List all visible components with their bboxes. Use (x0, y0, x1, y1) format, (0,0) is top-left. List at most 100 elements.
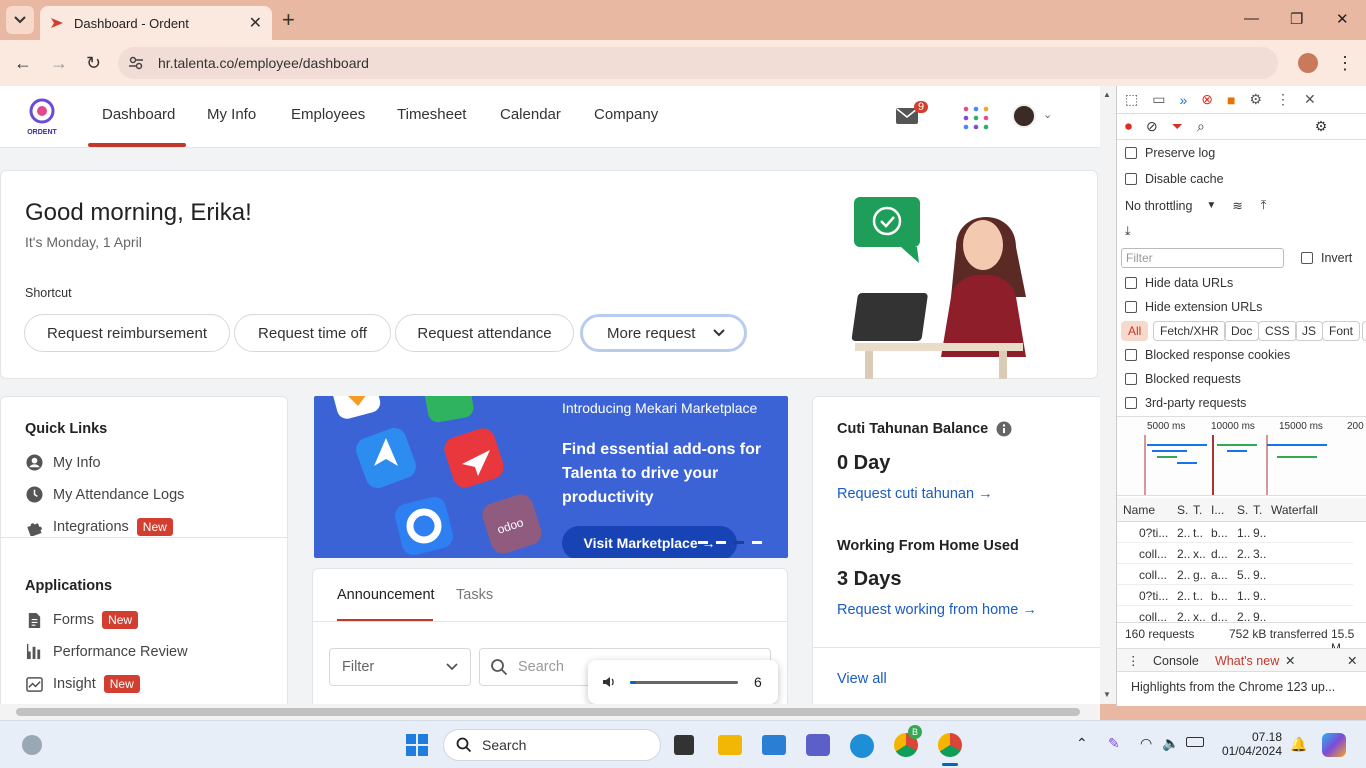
teams-icon[interactable] (806, 734, 830, 756)
col-initiator[interactable]: I... (1211, 503, 1224, 517)
file-explorer-icon[interactable] (718, 735, 742, 755)
throttling-select[interactable]: No throttling ▼ ≋ ⤒ (1125, 198, 1266, 213)
scroll-up-icon[interactable]: ▲ (1103, 90, 1111, 99)
checkbox[interactable] (1125, 397, 1137, 409)
hide-data-urls-checkbox[interactable]: Hide data URLs (1125, 276, 1233, 290)
carousel-dot[interactable] (734, 541, 744, 544)
request-reimbursement-button[interactable]: Request reimbursement (24, 314, 230, 352)
battery-icon[interactable] (1186, 737, 1204, 747)
windows-start-icon[interactable] (405, 733, 429, 757)
app-link-insight[interactable]: Insight New (26, 675, 140, 693)
checkbox[interactable] (1301, 252, 1313, 264)
request-time-off-button[interactable]: Request time off (234, 314, 391, 352)
nav-dashboard[interactable]: Dashboard (102, 106, 175, 123)
network-settings-icon[interactable]: ⚙ (1315, 118, 1328, 135)
scrollbar-thumb[interactable] (16, 708, 1080, 716)
app-link-performance-review[interactable]: Performance Review (26, 643, 188, 660)
mail-app-icon[interactable] (762, 735, 786, 755)
filter-type-js[interactable]: JS (1295, 321, 1324, 341)
widgets-icon[interactable] (22, 735, 42, 755)
third-party-checkbox[interactable]: 3rd-party requests (1125, 396, 1246, 410)
mail-button[interactable]: 9 (896, 101, 929, 129)
notifications-bell-icon[interactable]: 🔔 (1290, 736, 1307, 753)
checkbox[interactable] (1125, 173, 1137, 185)
filter-type-all[interactable]: All (1121, 321, 1149, 341)
request-cuti-link[interactable]: Request cuti tahunan → (837, 486, 993, 502)
import-har-icon[interactable]: ⤒ (1261, 198, 1267, 213)
forward-icon[interactable]: → (50, 53, 68, 73)
carousel-dot[interactable] (698, 541, 708, 544)
warning-count-icon[interactable]: ■ (1227, 92, 1235, 108)
tab-tasks[interactable]: Tasks (456, 587, 493, 603)
drawer-menu-icon[interactable]: ⋮ (1127, 653, 1140, 668)
filter-dropdown[interactable]: Filter (329, 648, 471, 686)
apps-grid-icon[interactable] (963, 106, 989, 135)
info-icon[interactable] (996, 421, 1012, 437)
blocked-requests-checkbox[interactable]: Blocked requests (1125, 372, 1241, 386)
app-link-forms[interactable]: Forms New (26, 611, 139, 629)
request-row[interactable]: coll... 2.. g.. a... 5.. 9.. (1117, 564, 1353, 585)
copilot-icon[interactable] (1322, 733, 1346, 757)
filter-type-font[interactable]: Font (1322, 321, 1361, 341)
marketplace-banner[interactable]: odoo Introducing Mekari Marketplace Find… (314, 396, 788, 558)
quick-link-my-info[interactable]: My Info (26, 454, 101, 471)
col-type[interactable]: T. (1193, 503, 1202, 517)
close-drawer-icon[interactable]: ✕ (1347, 653, 1357, 668)
scroll-down-icon[interactable]: ▼ (1103, 690, 1111, 699)
filter-type-fetch[interactable]: Fetch/XHR (1153, 321, 1226, 341)
back-icon[interactable]: ← (14, 53, 32, 73)
checkbox[interactable] (1125, 301, 1137, 313)
tab-search-button[interactable] (6, 6, 34, 34)
checkbox[interactable] (1125, 147, 1137, 159)
checkbox[interactable] (1125, 373, 1137, 385)
tray-overflow-icon[interactable]: ⌃ (1076, 735, 1088, 752)
close-window-icon[interactable]: ✕ (1336, 10, 1349, 28)
address-bar[interactable]: hr.talenta.co/employee/dashboard (118, 47, 1278, 79)
inspect-element-icon[interactable]: ⬚ (1125, 91, 1138, 108)
request-row[interactable]: 0?ti... 2.. t.. b... 1.. 9.. (1117, 522, 1353, 543)
hide-extension-urls-checkbox[interactable]: Hide extension URLs (1125, 300, 1262, 314)
col-waterfall[interactable]: Waterfall (1271, 503, 1318, 517)
nav-company[interactable]: Company (594, 106, 658, 123)
request-row[interactable]: 0?ti... 2.. t.. b... 1.. 9.. (1117, 585, 1353, 606)
col-status[interactable]: S. (1177, 503, 1188, 517)
devtools-filter-input[interactable]: Filter (1121, 248, 1284, 268)
reload-icon[interactable]: ↻ (86, 53, 101, 73)
network-overview-timeline[interactable]: 5000 ms 10000 ms 15000 ms 200 (1117, 416, 1366, 496)
nav-my-info[interactable]: My Info (207, 106, 256, 123)
devtools-close-icon[interactable]: ✕ (1304, 91, 1316, 108)
volume-tray-icon[interactable]: 🔈 (1162, 735, 1179, 752)
nav-employees[interactable]: Employees (291, 106, 365, 123)
filter-type-doc[interactable]: Doc (1224, 321, 1260, 341)
speaker-icon[interactable] (602, 675, 616, 689)
restore-icon[interactable]: ❐ (1290, 10, 1303, 28)
page-vertical-scrollbar[interactable]: ▲ ▼ (1100, 86, 1116, 704)
request-row[interactable]: coll... 2.. x.. d... 2.. 3.. (1117, 543, 1353, 564)
request-attendance-button[interactable]: Request attendance (395, 314, 574, 352)
browser-tab-active[interactable]: Dashboard - Ordent ✕ (40, 6, 272, 40)
device-toolbar-icon[interactable]: ▭ (1152, 91, 1165, 108)
carousel-dot-active[interactable] (716, 541, 726, 544)
filter-type-img[interactable]: I (1362, 321, 1366, 341)
site-info-icon[interactable] (128, 55, 144, 71)
minimize-icon[interactable]: — (1244, 10, 1259, 27)
close-tab-icon[interactable]: ✕ (249, 13, 262, 33)
preserve-log-checkbox[interactable]: Preserve log (1125, 146, 1215, 160)
taskbar-search[interactable]: Search (443, 729, 661, 761)
disable-cache-checkbox[interactable]: Disable cache (1125, 172, 1224, 186)
carousel-dot[interactable] (752, 541, 762, 544)
drawer-tab-whats-new[interactable]: What's new (1215, 654, 1279, 668)
export-har-icon[interactable]: ⤓ (1125, 224, 1131, 239)
checkbox[interactable] (1125, 277, 1137, 289)
network-conditions-icon[interactable]: ≋ (1232, 198, 1242, 213)
checkbox[interactable] (1125, 349, 1137, 361)
new-tab-button[interactable]: + (282, 8, 295, 32)
tab-announcement[interactable]: Announcement (337, 587, 435, 603)
quick-link-attendance-logs[interactable]: My Attendance Logs (26, 486, 184, 503)
edge-icon[interactable] (850, 734, 874, 758)
pen-icon[interactable]: ✎ (1108, 735, 1120, 752)
clear-icon[interactable]: ⊘ (1146, 118, 1158, 135)
quick-link-integrations[interactable]: Integrations New (26, 518, 173, 536)
browser-menu-icon[interactable]: ⋮ (1336, 53, 1354, 73)
task-view-icon[interactable] (674, 735, 694, 755)
